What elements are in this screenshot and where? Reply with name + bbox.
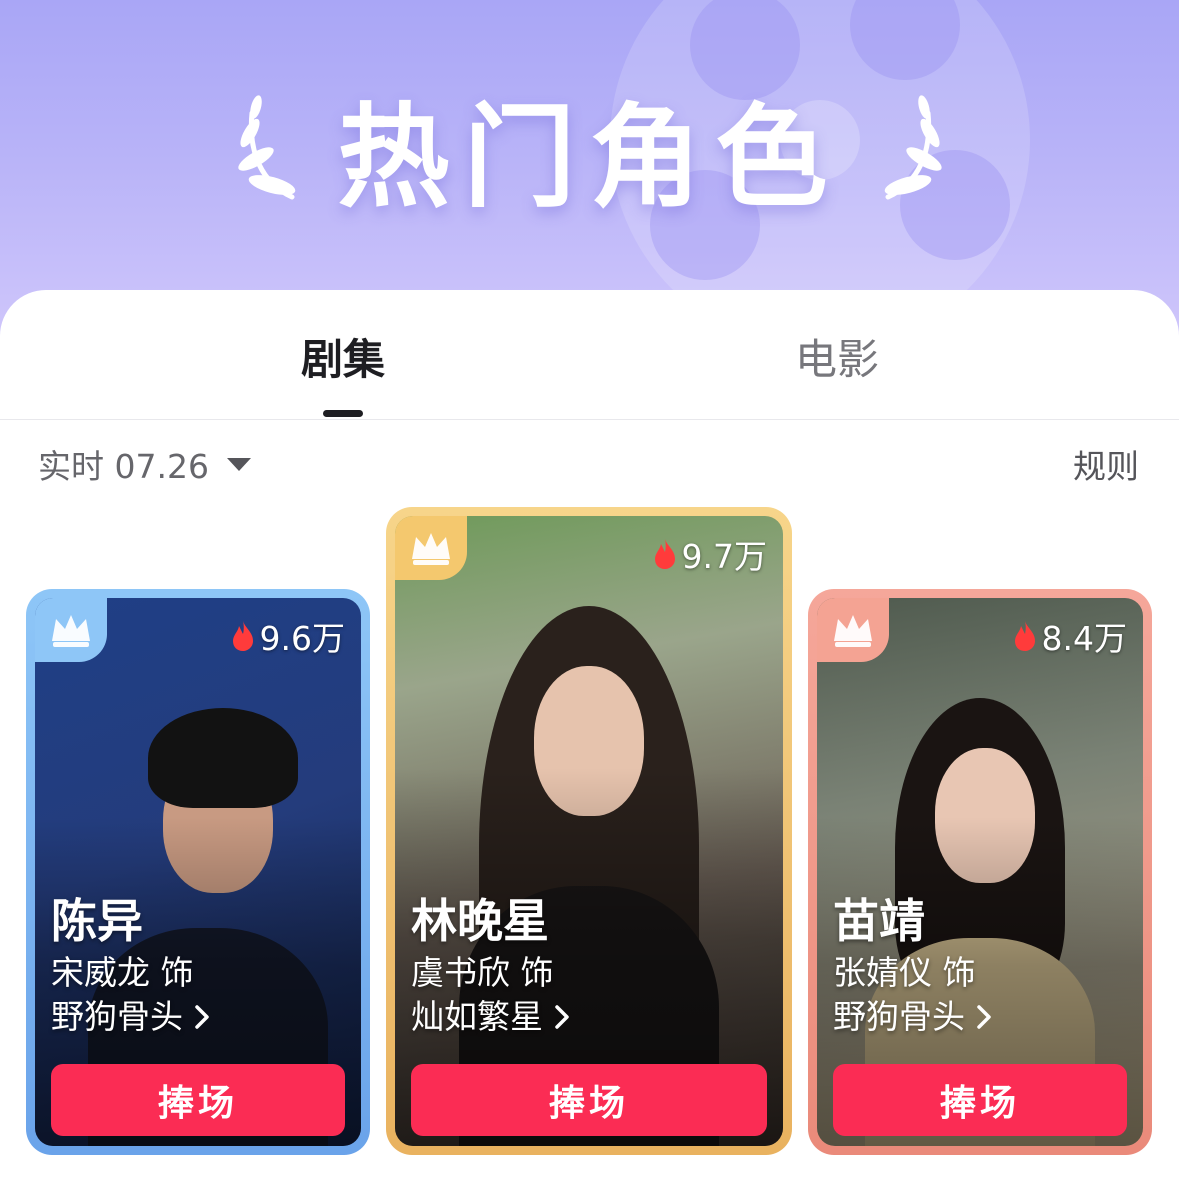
tab-movies[interactable]: 电影	[737, 326, 937, 387]
heat-value: 8.4万	[1041, 619, 1127, 658]
crown-icon	[52, 615, 90, 647]
drama-link[interactable]: 野狗骨头	[833, 995, 991, 1039]
actor-name: 宋威龙 饰	[51, 953, 194, 992]
drama-title: 野狗骨头	[51, 997, 183, 1036]
rank-badge	[817, 598, 889, 662]
filter-row: 实时 07.26 规则	[0, 440, 1179, 490]
heat-count: 9.6万	[230, 612, 345, 660]
character-card-rank-3[interactable]: 8.4万 苗靖 张婧仪 饰 野狗骨头 捧场	[808, 589, 1152, 1155]
character-name: 林晚星	[411, 894, 549, 948]
actor-name: 张婧仪 饰	[833, 953, 976, 992]
date-selector[interactable]: 实时 07.26	[38, 440, 251, 488]
heat-count: 9.7万	[652, 530, 767, 578]
title-group: 热门角色	[0, 78, 1179, 223]
character-info: 陈异 宋威龙 饰 野狗骨头	[51, 891, 209, 1039]
chevron-right-icon	[195, 1005, 209, 1029]
crown-icon	[834, 615, 872, 647]
active-tab-indicator	[323, 410, 363, 417]
flame-icon	[1014, 621, 1035, 651]
laurel-left-icon	[237, 95, 295, 200]
rank-badge	[35, 598, 107, 662]
cheer-button[interactable]: 捧场	[51, 1064, 345, 1136]
heat-value: 9.7万	[681, 537, 767, 576]
rank-badge	[395, 516, 467, 580]
flame-icon	[232, 621, 253, 651]
laurel-right-icon	[884, 95, 942, 200]
flame-icon	[654, 539, 675, 569]
page-title: 热门角色	[337, 93, 842, 223]
drama-title: 灿如繁星	[411, 997, 543, 1036]
rules-link[interactable]: 规则	[1073, 440, 1139, 488]
character-name: 陈异	[51, 894, 143, 948]
character-name: 苗靖	[833, 894, 925, 948]
heat-value: 9.6万	[259, 619, 345, 658]
character-info: 苗靖 张婧仪 饰 野狗骨头	[833, 891, 991, 1039]
actor-name: 虞书欣 饰	[411, 953, 554, 992]
date-label: 实时 07.26	[38, 447, 209, 486]
chevron-right-icon	[977, 1005, 991, 1029]
heat-count: 8.4万	[1012, 612, 1127, 660]
cheer-button[interactable]: 捧场	[411, 1064, 767, 1136]
header-banner: 热门角色	[0, 0, 1179, 340]
cheer-button[interactable]: 捧场	[833, 1064, 1127, 1136]
crown-icon	[412, 533, 450, 565]
drama-title: 野狗骨头	[833, 997, 965, 1036]
tab-series[interactable]: 剧集	[243, 326, 443, 387]
character-info: 林晚星 虞书欣 饰 灿如繁星	[411, 891, 569, 1039]
tab-bar: 剧集 电影	[0, 290, 1179, 420]
caret-down-icon	[226, 457, 251, 471]
character-card-rank-1[interactable]: 9.7万 林晚星 虞书欣 饰 灿如繁星 捧场	[386, 507, 792, 1155]
chevron-right-icon	[555, 1005, 569, 1029]
drama-link[interactable]: 野狗骨头	[51, 995, 209, 1039]
character-card-rank-2[interactable]: 9.6万 陈异 宋威龙 饰 野狗骨头 捧场	[26, 589, 370, 1155]
character-photo	[395, 516, 783, 1146]
drama-link[interactable]: 灿如繁星	[411, 995, 569, 1039]
